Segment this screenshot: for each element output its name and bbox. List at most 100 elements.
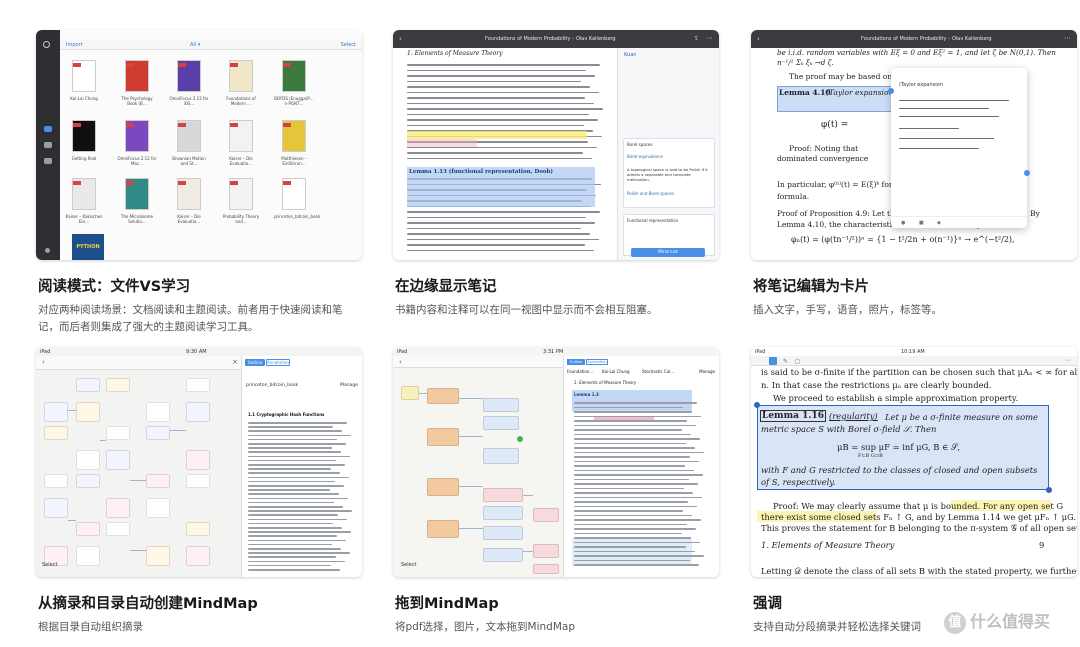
tab-outline[interactable]: Outline <box>567 359 585 365</box>
mindmap-node[interactable] <box>76 474 100 488</box>
book-cover[interactable] <box>229 120 253 152</box>
mindmap-node[interactable] <box>483 548 523 562</box>
popup-handle[interactable] <box>888 88 894 94</box>
mindmap-node[interactable] <box>76 450 100 470</box>
mindmap-canvas[interactable] <box>36 370 241 577</box>
mindmap-node[interactable] <box>106 426 130 440</box>
book-cover[interactable] <box>72 60 96 92</box>
mindmap-node[interactable] <box>106 378 130 392</box>
mindmap-node[interactable] <box>106 450 130 470</box>
column-stochastic[interactable]: Stochastic Cal… <box>642 369 674 374</box>
pen-icon[interactable] <box>769 357 777 365</box>
book-cover[interactable] <box>177 60 201 92</box>
column-chung[interactable]: Kai-Lai Chung <box>602 369 630 374</box>
drag-indicator[interactable] <box>517 436 523 442</box>
mindmap-node[interactable] <box>44 402 68 422</box>
mindmap-node[interactable] <box>186 522 210 536</box>
mindmap-node[interactable] <box>186 474 210 488</box>
column-foundation[interactable]: Foundation… <box>567 369 593 374</box>
mindmap-node[interactable] <box>186 402 210 422</box>
camera-icon[interactable]: ■ <box>919 220 924 226</box>
manage-button[interactable]: Manage <box>699 369 715 374</box>
mindmap-node[interactable] <box>427 428 459 446</box>
mindmap-node[interactable] <box>44 474 68 488</box>
book-cover[interactable] <box>282 178 306 210</box>
mindmap-node[interactable] <box>106 522 130 536</box>
book-cover[interactable] <box>282 120 306 152</box>
mindmap-node[interactable] <box>427 388 459 404</box>
tab-outline[interactable]: Outline <box>245 359 265 366</box>
import-button[interactable]: Import <box>66 42 83 48</box>
search-icon[interactable] <box>43 41 50 48</box>
mindmap-canvas[interactable] <box>393 368 563 577</box>
selection-handle[interactable] <box>1046 487 1052 493</box>
mindmap-node[interactable] <box>76 402 100 422</box>
mindmap-node[interactable] <box>483 398 519 412</box>
tab-annotation[interactable]: Annotation <box>266 359 290 366</box>
book-cover[interactable] <box>72 120 96 152</box>
selection-handle[interactable] <box>754 402 760 408</box>
note-card[interactable]: Borel spaces Borel-equivalence A topolog… <box>623 138 715 208</box>
select-button[interactable]: Select <box>401 562 416 568</box>
book-cover[interactable] <box>282 60 306 92</box>
book-cover[interactable] <box>177 120 201 152</box>
mindmap-node[interactable] <box>533 544 559 558</box>
book-cover[interactable] <box>125 120 149 152</box>
sort-dropdown[interactable]: All ▾ <box>190 42 200 48</box>
mindmap-node[interactable] <box>146 546 170 566</box>
mindmap-icon[interactable] <box>44 142 52 148</box>
mindmap-node[interactable] <box>186 450 210 470</box>
python-book-cover[interactable]: PYTHON <box>72 234 104 260</box>
book-cover[interactable] <box>229 178 253 210</box>
popup-handle[interactable] <box>1024 170 1030 176</box>
select-button[interactable]: Select <box>341 42 356 48</box>
mindmap-node[interactable] <box>146 498 170 518</box>
book-cover[interactable] <box>229 60 253 92</box>
back-icon[interactable]: ‹ <box>399 35 402 43</box>
mindmap-node[interactable] <box>483 448 519 464</box>
mindmap-node[interactable] <box>186 378 210 392</box>
book-cover[interactable] <box>125 178 149 210</box>
note-card-popup[interactable]: (Taylor expansion ● ■ ◆ <box>891 68 1027 228</box>
share-icon[interactable]: ⇪ <box>694 35 699 42</box>
tab-annotation[interactable]: Annotation <box>586 359 608 365</box>
mindmap-node[interactable] <box>427 520 459 538</box>
mindmap-node[interactable] <box>146 402 170 422</box>
back-icon[interactable]: ‹ <box>42 358 45 366</box>
back-icon[interactable]: ‹ <box>399 358 402 366</box>
mindmap-node[interactable] <box>186 546 210 566</box>
more-icon[interactable]: ⋯ <box>706 34 713 42</box>
settings-icon[interactable] <box>45 248 50 253</box>
mindmap-node[interactable] <box>483 488 523 502</box>
tag-icon[interactable]: ◆ <box>937 220 941 226</box>
mindmap-node[interactable] <box>106 498 130 518</box>
select-button[interactable]: Select <box>42 562 57 568</box>
book-cover[interactable] <box>72 178 96 210</box>
mindmap-node[interactable] <box>76 378 100 392</box>
mindmap-node[interactable] <box>146 426 170 440</box>
library-icon[interactable] <box>44 126 52 132</box>
more-icon[interactable]: ⋯ <box>1064 34 1071 42</box>
mindmap-node[interactable] <box>533 508 559 522</box>
mic-icon[interactable]: ● <box>901 220 905 226</box>
mindmap-node[interactable] <box>44 426 68 440</box>
manage-button[interactable]: Manage <box>340 383 358 388</box>
mindmap-node[interactable] <box>401 386 419 400</box>
mindmap-node[interactable] <box>483 506 523 520</box>
book-cover[interactable] <box>177 178 201 210</box>
close-icon[interactable]: × <box>232 358 238 366</box>
review-icon[interactable] <box>44 158 52 164</box>
eraser-icon[interactable]: ◻ <box>795 358 800 365</box>
mind-list-button[interactable]: Mind List <box>631 248 705 257</box>
mindmap-node[interactable] <box>44 498 68 518</box>
mindmap-node[interactable] <box>483 526 523 540</box>
mindmap-node[interactable] <box>483 416 519 430</box>
more-icon[interactable]: ⋯ <box>1065 357 1071 364</box>
mindmap-node[interactable] <box>427 478 459 496</box>
mindmap-node[interactable] <box>76 522 100 536</box>
mindmap-node[interactable] <box>146 474 170 488</box>
mindmap-node[interactable] <box>533 564 559 574</box>
book-cover[interactable] <box>125 60 149 92</box>
mindmap-node[interactable] <box>76 546 100 566</box>
highlighter-icon[interactable]: ✎ <box>783 358 788 365</box>
